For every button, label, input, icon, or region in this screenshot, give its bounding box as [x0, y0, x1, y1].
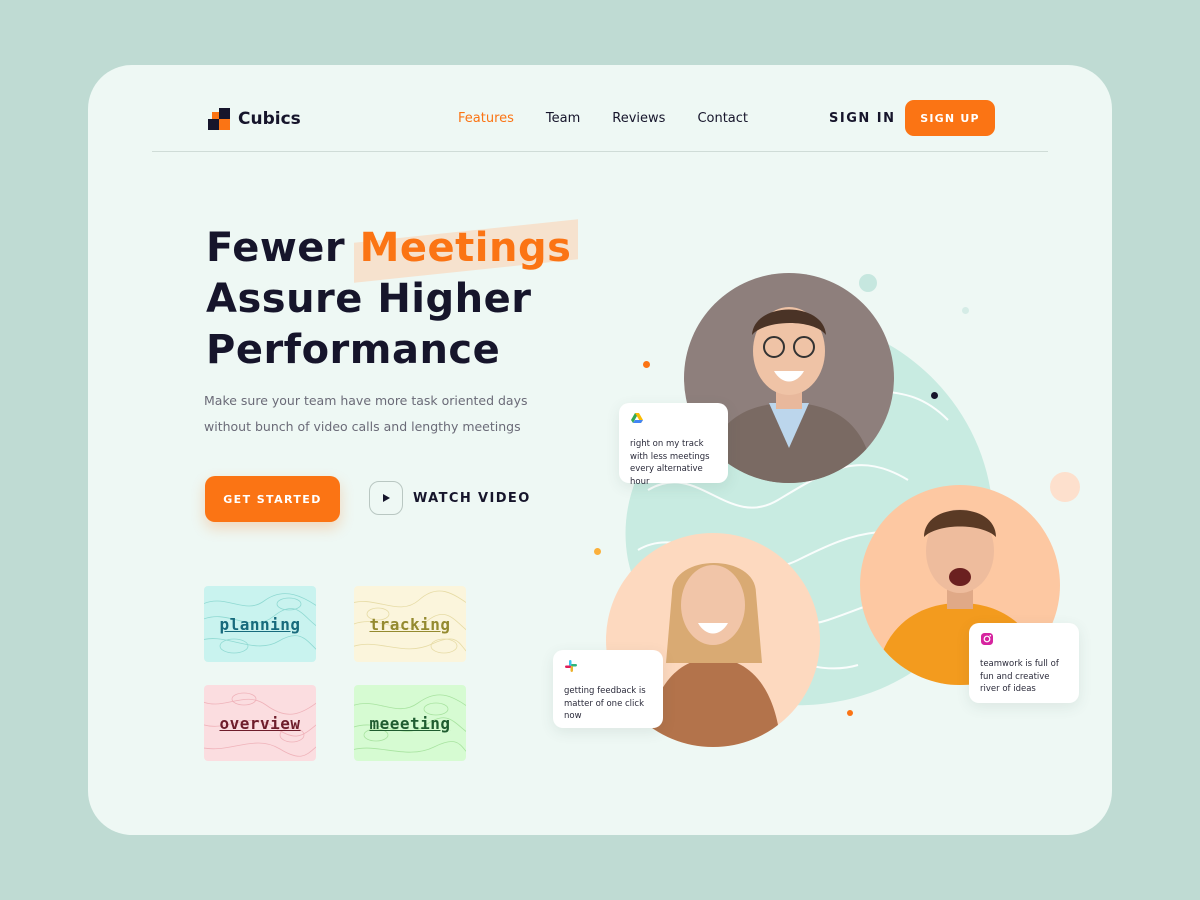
slack-icon	[565, 660, 577, 672]
nav-features[interactable]: Features	[458, 111, 514, 126]
cubes-logo-icon	[208, 108, 230, 130]
testimonial-text: right on my track with less meetings eve…	[630, 439, 710, 487]
hero-title: Fewer Meetings Assure Higher Performance	[206, 223, 571, 376]
play-icon[interactable]	[369, 481, 403, 515]
decorative-dot	[962, 307, 969, 314]
instagram-icon	[981, 633, 993, 645]
nav-contact[interactable]: Contact	[697, 111, 748, 126]
sign-up-button[interactable]: SIGN UP	[905, 100, 995, 136]
decorative-dot	[847, 710, 853, 716]
testimonial-card-drive: right on my track with less meetings eve…	[619, 403, 728, 487]
hero-title-line3: Performance	[206, 327, 501, 373]
tile-label: planning	[219, 614, 301, 634]
get-started-button[interactable]: GET STARTED	[205, 476, 340, 522]
testimonial-card-slack: getting feedback is matter of one click …	[553, 650, 663, 728]
tile-label: tracking	[369, 614, 451, 634]
decorative-dot	[594, 548, 601, 555]
tile-tracking[interactable]: tracking	[354, 586, 466, 662]
decorative-dot	[643, 361, 650, 368]
nav-team[interactable]: Team	[546, 111, 580, 126]
brand-name: Cubics	[238, 109, 301, 129]
testimonial-card-instagram: teamwork is full of fun and creative riv…	[969, 623, 1079, 703]
hero-title-highlight: Meetings	[359, 225, 572, 271]
landing-card: Cubics Features Team Reviews Contact SIG…	[88, 65, 1112, 835]
watch-video-button[interactable]: WATCH VIDEO	[369, 481, 531, 515]
testimonial-text: teamwork is full of fun and creative riv…	[980, 659, 1059, 694]
watch-video-label: WATCH VIDEO	[413, 490, 531, 506]
brand-logo[interactable]: Cubics	[208, 108, 301, 130]
tile-overview[interactable]: overview	[204, 685, 316, 761]
hero-title-prefix: Fewer	[206, 225, 360, 271]
decorative-dot	[1050, 472, 1080, 502]
google-drive-icon	[631, 413, 643, 423]
main-nav: Features Team Reviews Contact	[458, 111, 748, 126]
tile-meeeting[interactable]: meeeting	[354, 685, 466, 761]
testimonial-text: getting feedback is matter of one click …	[564, 686, 646, 721]
tile-planning[interactable]: planning	[204, 586, 316, 662]
header-divider	[152, 151, 1048, 152]
nav-reviews[interactable]: Reviews	[612, 111, 665, 126]
sign-in-link[interactable]: SIGN IN	[829, 111, 896, 126]
hero-title-line2: Assure Higher	[206, 276, 532, 322]
tile-label: overview	[219, 713, 301, 733]
decorative-dot	[859, 274, 877, 292]
tile-label: meeeting	[369, 713, 451, 733]
hero-subtitle: Make sure your team have more task orien…	[204, 393, 528, 434]
decorative-dot	[931, 392, 938, 399]
